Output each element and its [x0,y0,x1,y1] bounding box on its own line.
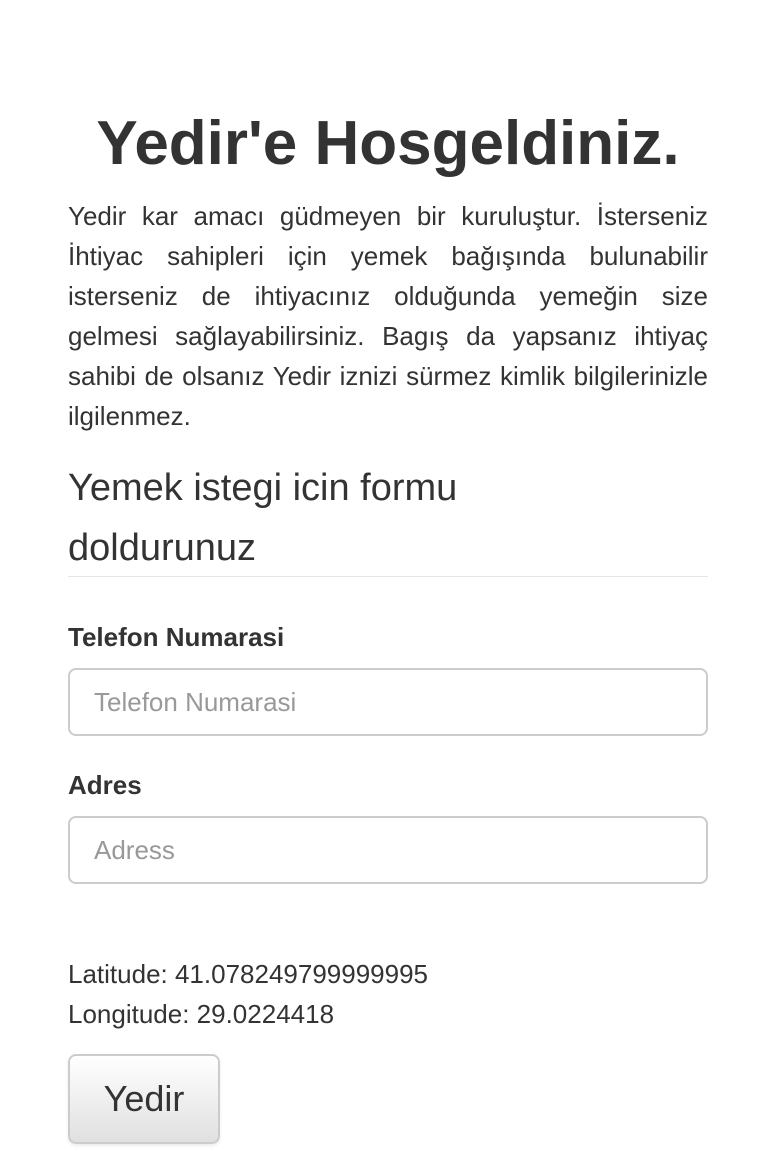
longitude-readout: Longitude: 29.0224418 [68,999,335,1029]
phone-input[interactable] [68,668,708,736]
form-heading-divider [68,576,708,577]
form-heading: Yemek istegi icin formu doldurunuz [68,467,458,569]
phone-label: Telefon Numarasi [68,622,285,652]
submit-button[interactable]: Yedir [68,1054,220,1144]
address-label: Adres [68,770,142,800]
latitude-readout: Latitude: 41.078249799999995 [68,959,429,989]
address-input[interactable] [68,816,708,884]
intro-paragraph: Yedir kar amacı güdmeyen bir kuruluştur.… [68,201,708,431]
page-title: Yedir'e Hosgeldiniz. [96,109,680,178]
